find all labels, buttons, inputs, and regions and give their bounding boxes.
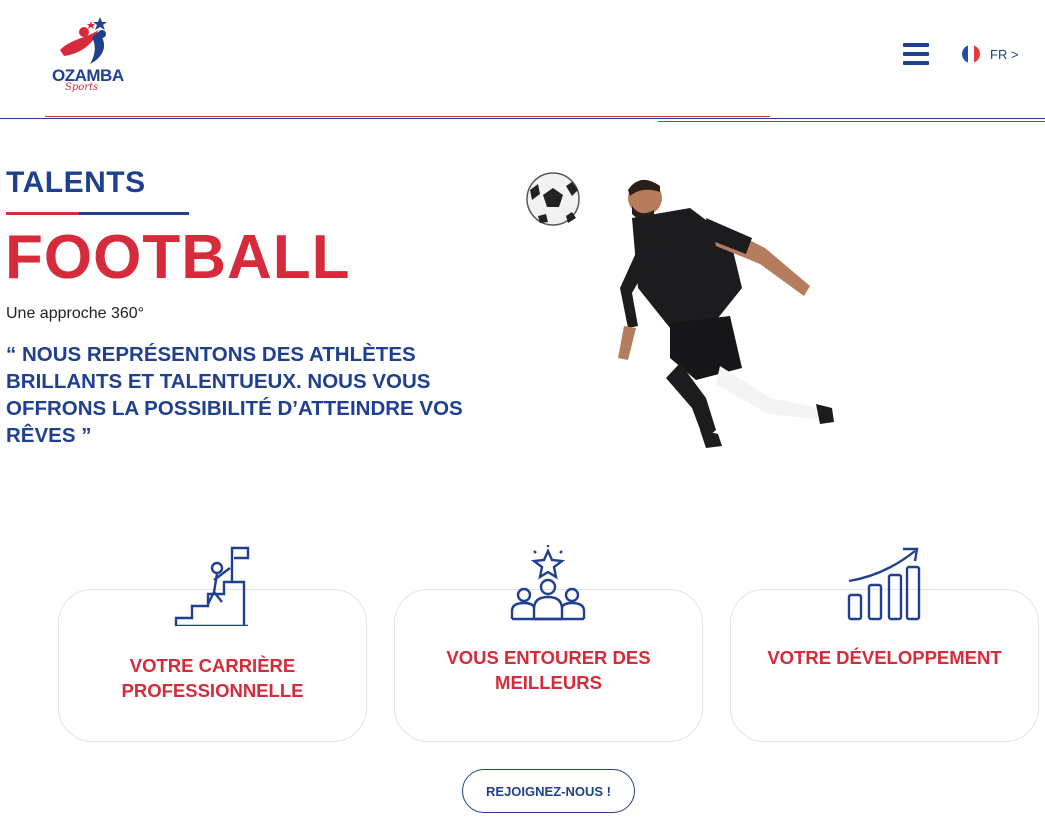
football-player-heading-ball-photo [526, 172, 834, 448]
header-divider-red-left [45, 116, 770, 117]
language-switcher[interactable]: FR > [962, 44, 1019, 64]
logo-figure-icon [60, 17, 107, 64]
site-header: OZAMBA Sports FR > [0, 0, 1045, 124]
language-label: FR > [990, 46, 1019, 62]
soccer-ball-icon [526, 172, 580, 226]
player-figure [618, 179, 834, 448]
hero-quote: “ NOUS REPRÉSENTONS DES ATHLÈTES BRILLAN… [6, 343, 463, 447]
feature-card-title: VOUS ENTOURER DES MEILLEURS [446, 647, 651, 693]
header-divider-blue [0, 118, 1045, 119]
logo-script-text: Sports [65, 82, 99, 93]
career-stairs-flag-icon [174, 546, 250, 626]
team-star-icon [510, 545, 586, 621]
eyebrow-underline-blue [79, 212, 189, 215]
page-title: FOOTBALL [5, 223, 351, 292]
section-eyebrow: TALENTS [6, 166, 146, 199]
hamburger-menu-icon[interactable] [903, 43, 929, 65]
header-divider-red-right [658, 121, 1045, 122]
growth-chart-icon [847, 547, 921, 621]
feature-card-title: VOTRE DÉVELOPPEMENT [767, 647, 1002, 668]
feature-card-title: VOTRE CARRIÈRE PROFESSIONNELLE [121, 655, 304, 701]
join-us-button[interactable]: REJOIGNEZ-NOUS ! [462, 769, 635, 813]
france-flag-icon [962, 45, 980, 63]
page-subtitle: Une approche 360° [6, 305, 145, 322]
eyebrow-underline-red [6, 212, 79, 215]
